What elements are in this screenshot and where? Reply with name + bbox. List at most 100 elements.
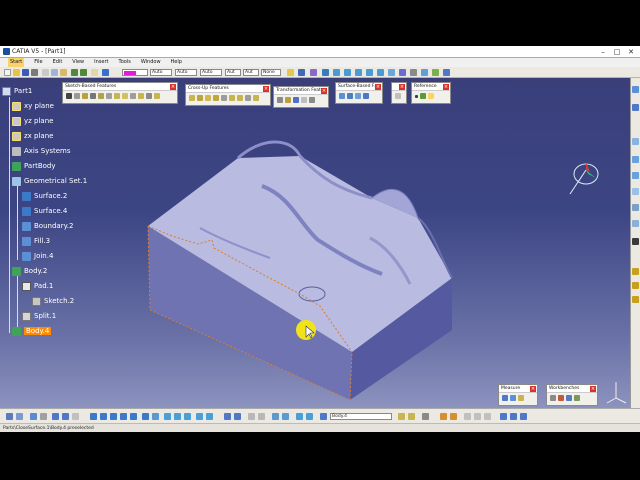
symmetry-icon[interactable] xyxy=(248,413,255,420)
hide-show-icon[interactable] xyxy=(432,69,439,76)
cut-icon[interactable] xyxy=(42,69,49,76)
material-icon[interactable] xyxy=(72,413,79,420)
normal-view-icon[interactable] xyxy=(388,69,395,76)
stiffener-icon[interactable] xyxy=(122,93,128,99)
menu-file[interactable]: File xyxy=(34,58,42,67)
look-at-icon[interactable] xyxy=(30,413,37,420)
thickness-icon[interactable] xyxy=(221,95,227,101)
positioned-sketch-icon[interactable] xyxy=(632,104,639,111)
tree-item-fill-3[interactable]: Fill.3 xyxy=(22,236,50,246)
tree-item-join-4[interactable]: Join.4 xyxy=(22,251,53,261)
multi-section-icon[interactable] xyxy=(130,93,136,99)
tree-item-body-2[interactable]: Body.2 xyxy=(12,266,47,276)
shape-fillet-icon[interactable] xyxy=(206,413,213,420)
tree-item-boundary-2[interactable]: Boundary.2 xyxy=(22,221,73,231)
law-icon[interactable] xyxy=(510,413,517,420)
color-combo[interactable] xyxy=(122,69,148,76)
select-icon[interactable] xyxy=(102,69,109,76)
text-annotation-icon[interactable] xyxy=(632,282,639,289)
pad-icon[interactable] xyxy=(66,93,72,99)
remove-face-icon[interactable] xyxy=(237,95,243,101)
blend-icon[interactable] xyxy=(130,413,137,420)
insert-mode-icon[interactable] xyxy=(408,413,415,420)
affinity-icon[interactable] xyxy=(309,97,315,103)
boolean-icon[interactable] xyxy=(632,156,639,163)
hide-icon[interactable] xyxy=(52,413,59,420)
intersect-icon[interactable] xyxy=(632,220,639,227)
translate-icon[interactable] xyxy=(224,413,231,420)
flag-note-icon[interactable] xyxy=(632,296,639,303)
close-icon[interactable]: × xyxy=(530,386,536,392)
paint-icon[interactable] xyxy=(287,69,294,76)
replace-face-icon[interactable] xyxy=(245,95,251,101)
define-in-work-object-icon[interactable] xyxy=(320,413,327,420)
3d-viewport[interactable]: Part1 xy plane yz plane zx plane Axis Sy… xyxy=(0,78,630,408)
fit-all-icon[interactable] xyxy=(333,69,340,76)
groove-icon[interactable] xyxy=(90,93,96,99)
zoom-out-icon[interactable] xyxy=(377,69,384,76)
close-icon[interactable]: × xyxy=(321,88,327,94)
copy-icon[interactable] xyxy=(51,69,58,76)
offset-icon[interactable] xyxy=(110,413,117,420)
open-icon[interactable] xyxy=(13,69,20,76)
tree-item-sketch-2[interactable]: Sketch.2 xyxy=(32,296,74,306)
sweep-icon[interactable] xyxy=(90,413,97,420)
invert-icon[interactable] xyxy=(282,413,289,420)
mirror-icon[interactable] xyxy=(285,97,291,103)
close-icon[interactable]: × xyxy=(170,84,176,90)
save-icon[interactable] xyxy=(22,69,29,76)
sketcher-icon[interactable] xyxy=(574,395,580,401)
boundary-icon[interactable] xyxy=(184,413,191,420)
wireframe-surface-icon[interactable] xyxy=(558,395,564,401)
tree-item-partbody[interactable]: PartBody xyxy=(12,161,56,171)
pocket-icon[interactable] xyxy=(74,93,80,99)
undo-icon[interactable] xyxy=(71,69,78,76)
line-icon[interactable] xyxy=(420,93,426,99)
rectangular-pattern-icon[interactable] xyxy=(293,97,299,103)
paste-icon[interactable] xyxy=(60,69,67,76)
tree-root-part1[interactable]: Part1 xyxy=(2,86,32,96)
draft-analysis-icon[interactable] xyxy=(474,413,481,420)
extrapolate-icon[interactable] xyxy=(272,413,279,420)
constraint-icon[interactable] xyxy=(632,238,639,245)
apply-material-icon[interactable] xyxy=(632,138,639,145)
analysis-icon[interactable] xyxy=(464,413,471,420)
edge-fillet-icon[interactable] xyxy=(189,95,195,101)
extract-icon[interactable] xyxy=(196,413,203,420)
weight-combo[interactable]: Auto xyxy=(200,69,222,76)
scaling-icon[interactable] xyxy=(258,413,265,420)
sparkle-icon[interactable] xyxy=(310,69,317,76)
assemble-icon[interactable] xyxy=(632,172,639,179)
isometric-view-icon[interactable] xyxy=(410,69,417,76)
layer-combo[interactable]: Aut xyxy=(225,69,241,76)
shaft-icon[interactable] xyxy=(82,93,88,99)
zoom-area-icon[interactable] xyxy=(16,413,23,420)
close-icon[interactable]: × xyxy=(590,386,596,392)
chamfer-icon[interactable] xyxy=(197,95,203,101)
tree-item-zx-plane[interactable]: zx plane xyxy=(12,131,53,141)
fly-mode-icon[interactable] xyxy=(322,69,329,76)
rotate-icon[interactable] xyxy=(355,69,362,76)
tree-item-surface-4[interactable]: Surface.4 xyxy=(22,206,67,216)
menu-insert[interactable]: Insert xyxy=(94,58,108,67)
axis-icon[interactable] xyxy=(296,413,303,420)
solid-combine-icon[interactable] xyxy=(146,93,152,99)
annotation-icon[interactable] xyxy=(632,268,639,275)
rotate-icon[interactable] xyxy=(234,413,241,420)
tree-item-yz-plane[interactable]: yz plane xyxy=(12,116,53,126)
spline-icon[interactable] xyxy=(306,413,313,420)
design-table-icon[interactable] xyxy=(520,413,527,420)
menu-view[interactable]: View xyxy=(72,58,84,67)
part-design-icon[interactable] xyxy=(550,395,556,401)
shading-icon[interactable] xyxy=(421,69,428,76)
thread-icon[interactable] xyxy=(229,95,235,101)
linetype-combo[interactable]: Auto xyxy=(150,69,172,76)
create-datum-icon[interactable] xyxy=(398,413,405,420)
remove-icon[interactable] xyxy=(632,204,639,211)
curvature-analysis-icon[interactable] xyxy=(484,413,491,420)
tree-item-body-4[interactable]: Body.4 xyxy=(12,326,52,336)
solid-part[interactable] xyxy=(147,140,453,401)
slot-icon[interactable] xyxy=(114,93,120,99)
compass-icon[interactable] xyxy=(566,156,606,200)
variable-fillet-icon[interactable] xyxy=(253,95,259,101)
